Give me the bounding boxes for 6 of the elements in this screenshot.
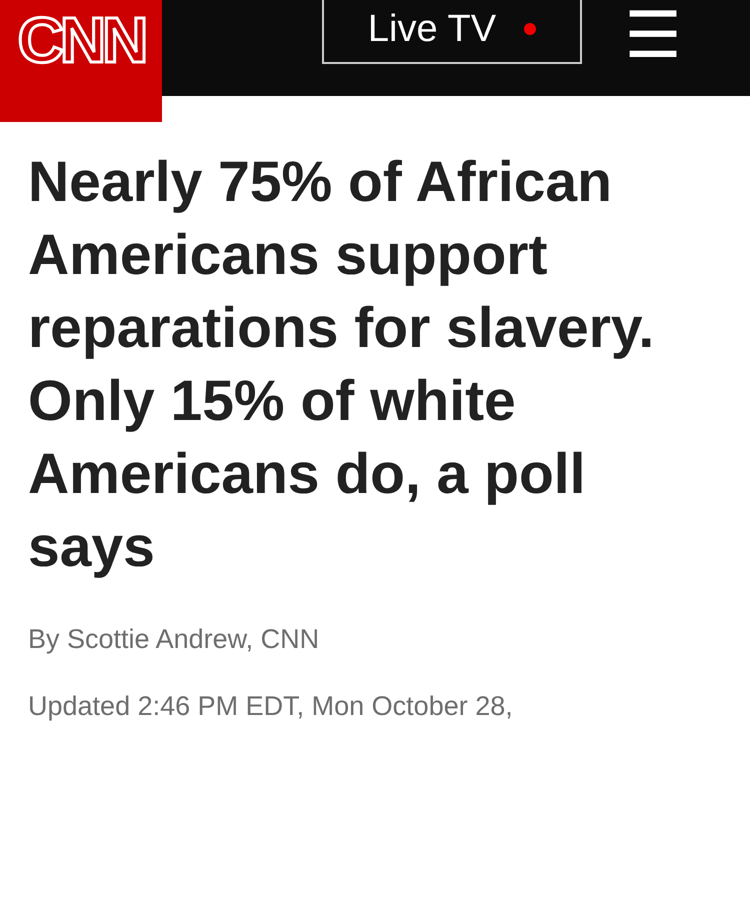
byline: By Scottie Andrew, CNN <box>28 624 320 655</box>
logo[interactable]: CNN <box>0 0 162 122</box>
menu-button[interactable]: ☰ <box>618 4 688 68</box>
live-tv-button[interactable]: Live TV <box>322 0 582 64</box>
headline: Nearly 75% of African Americans support reparations for slavery. Only 15% of white Americans do, a poll says <box>28 149 656 581</box>
updated-time: Updated 2:46 PM EDT, Mon October 28, <box>28 691 514 722</box>
